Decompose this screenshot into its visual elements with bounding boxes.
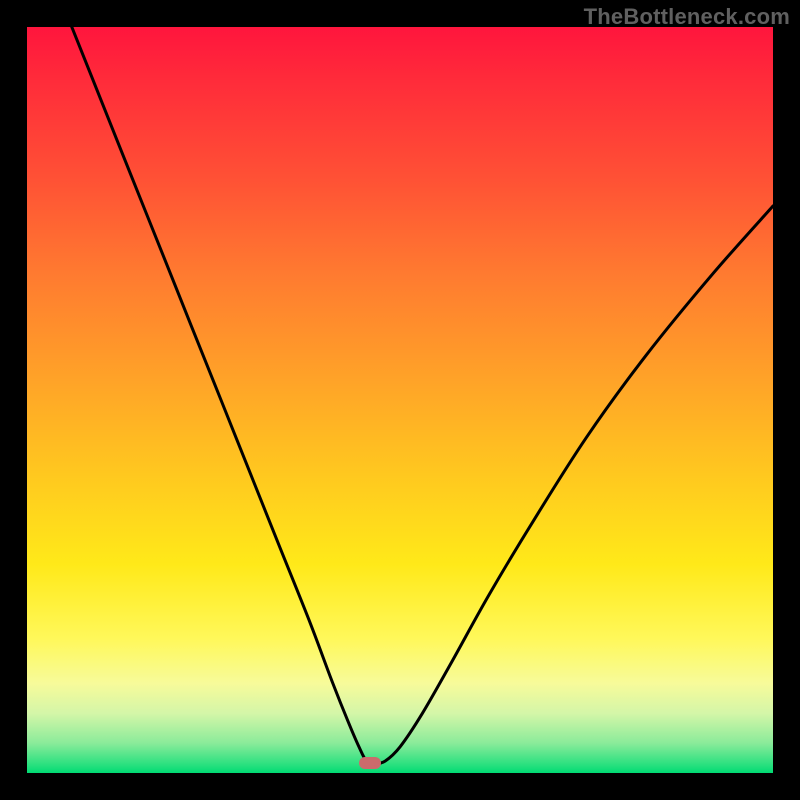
curve-svg	[27, 27, 773, 773]
chart-frame: TheBottleneck.com	[0, 0, 800, 800]
watermark-text: TheBottleneck.com	[584, 4, 790, 30]
bottleneck-marker	[359, 757, 381, 769]
plot-area	[27, 27, 773, 773]
curve-path	[72, 27, 773, 764]
